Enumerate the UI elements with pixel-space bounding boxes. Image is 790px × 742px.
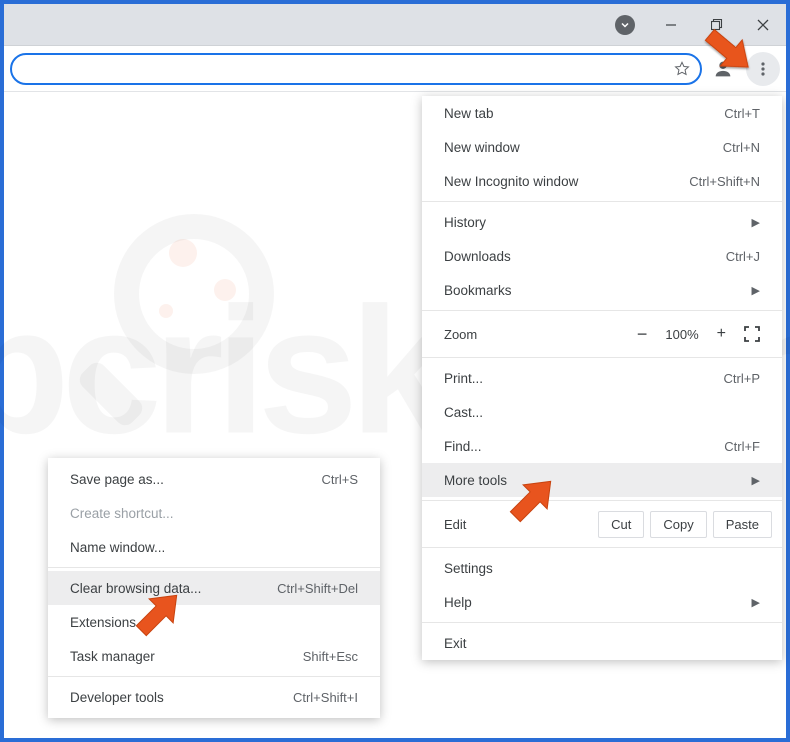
menu-label: More tools [444,473,507,488]
tab-dropdown-button[interactable] [602,5,648,45]
menu-label: Task manager [70,649,155,664]
submenu-arrow-icon: ▶ [752,216,760,229]
menu-label: Name window... [70,540,165,555]
menu-label: New Incognito window [444,174,578,189]
menu-help[interactable]: Help ▶ [422,585,782,619]
minimize-icon [665,19,677,31]
submenu-task-manager[interactable]: Task manager Shift+Esc [48,639,380,673]
submenu-arrow-icon: ▶ [752,284,760,297]
menu-exit[interactable]: Exit [422,626,782,660]
menu-edit-row: Edit Cut Copy Paste [422,504,782,544]
copy-button[interactable]: Copy [650,511,706,538]
menu-shortcut: Ctrl+T [724,106,760,121]
paste-button[interactable]: Paste [713,511,772,538]
person-icon [712,58,734,80]
menu-print[interactable]: Print... Ctrl+P [422,361,782,395]
menu-separator [422,201,782,202]
menu-separator [48,676,380,677]
maximize-button[interactable] [694,5,740,45]
address-bar[interactable] [10,53,702,85]
zoom-value: 100% [665,327,698,342]
menu-history[interactable]: History ▶ [422,205,782,239]
menu-label: Exit [444,636,467,651]
close-button[interactable] [740,5,786,45]
main-menu: New tab Ctrl+T New window Ctrl+N New Inc… [422,96,782,660]
zoom-out-button[interactable]: − [637,324,648,345]
submenu-developer-tools[interactable]: Developer tools Ctrl+Shift+I [48,680,380,714]
titlebar [4,4,786,46]
menu-new-window[interactable]: New window Ctrl+N [422,130,782,164]
cut-button[interactable]: Cut [598,511,644,538]
minimize-button[interactable] [648,5,694,45]
more-menu-button[interactable] [746,52,780,86]
menu-shortcut: Ctrl+S [322,472,358,487]
menu-shortcut: Ctrl+Shift+Del [277,581,358,596]
menu-label: Settings [444,561,493,576]
menu-separator [422,622,782,623]
submenu-save-page[interactable]: Save page as... Ctrl+S [48,462,380,496]
menu-bookmarks[interactable]: Bookmarks ▶ [422,273,782,307]
submenu-arrow-icon: ▶ [752,474,760,487]
menu-label: New tab [444,106,494,121]
menu-label: Extensions [70,615,136,630]
submenu-create-shortcut[interactable]: Create shortcut... [48,496,380,530]
fullscreen-button[interactable] [744,326,760,342]
zoom-in-button[interactable]: + [717,325,726,343]
menu-separator [422,547,782,548]
submenu-arrow-icon: ▶ [752,596,760,609]
menu-label: Bookmarks [444,283,512,298]
menu-separator [422,500,782,501]
menu-find[interactable]: Find... Ctrl+F [422,429,782,463]
menu-shortcut: Shift+Esc [303,649,358,664]
menu-shortcut: Ctrl+P [724,371,760,386]
menu-downloads[interactable]: Downloads Ctrl+J [422,239,782,273]
menu-shortcut: Ctrl+Shift+N [689,174,760,189]
menu-label: Help [444,595,472,610]
menu-shortcut: Ctrl+N [723,140,760,155]
maximize-icon [711,19,723,31]
menu-label: Print... [444,371,483,386]
more-vertical-icon [755,61,771,77]
menu-label: Cast... [444,405,483,420]
menu-shortcut: Ctrl+J [726,249,760,264]
menu-separator [422,357,782,358]
submenu-name-window[interactable]: Name window... [48,530,380,564]
menu-new-tab[interactable]: New tab Ctrl+T [422,96,782,130]
menu-label: New window [444,140,520,155]
caret-down-icon [615,15,635,35]
menu-zoom: Zoom − 100% + [422,314,782,354]
menu-more-tools[interactable]: More tools ▶ [422,463,782,497]
profile-button[interactable] [706,52,740,86]
menu-label: History [444,215,486,230]
menu-shortcut: Ctrl+F [724,439,760,454]
watermark-handle [76,359,147,430]
submenu-extensions[interactable]: Extensions [48,605,380,639]
zoom-label: Zoom [444,327,637,342]
menu-label: Save page as... [70,472,164,487]
watermark-magnifier [114,214,274,374]
more-tools-submenu: Save page as... Ctrl+S Create shortcut..… [48,458,380,718]
menu-separator [422,310,782,311]
fullscreen-icon [744,326,760,342]
close-icon [757,19,769,31]
toolbar [4,46,786,92]
star-icon[interactable] [674,61,690,77]
menu-label: Clear browsing data... [70,581,201,596]
menu-label: Downloads [444,249,511,264]
menu-settings[interactable]: Settings [422,551,782,585]
edit-label: Edit [444,517,592,532]
menu-label: Developer tools [70,690,164,705]
menu-label: Find... [444,439,482,454]
submenu-clear-browsing-data[interactable]: Clear browsing data... Ctrl+Shift+Del [48,571,380,605]
menu-label: Create shortcut... [70,506,174,521]
menu-shortcut: Ctrl+Shift+I [293,690,358,705]
menu-separator [48,567,380,568]
chrome-window: pcrisk.com [0,0,790,742]
menu-new-incognito[interactable]: New Incognito window Ctrl+Shift+N [422,164,782,198]
menu-cast[interactable]: Cast... [422,395,782,429]
